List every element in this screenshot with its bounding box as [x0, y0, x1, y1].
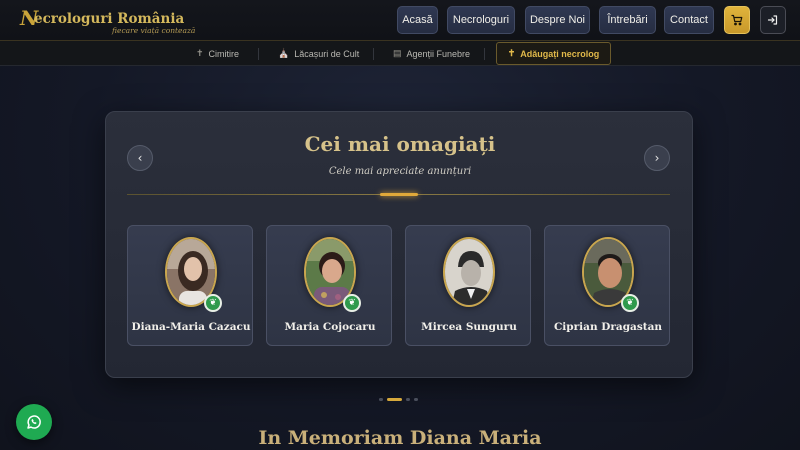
subnav-label: Agenții Funebre [406, 48, 471, 59]
subnav-cimitire[interactable]: ✝ Cimitire [196, 41, 239, 66]
nav-contact[interactable]: Contact [664, 6, 714, 34]
subnav-agentii[interactable]: ▤ Agenții Funebre [393, 41, 470, 66]
chevron-left-icon: ‹ [137, 151, 143, 165]
nav-home[interactable]: Acasă [397, 6, 438, 34]
candle-badge-icon: ❦ [621, 294, 639, 312]
secondary-navbar: ✝ Cimitire ⛪ Lăcașuri de Cult ▤ Agenții … [0, 41, 800, 66]
login-icon [767, 15, 778, 25]
section-divider-accent [380, 193, 418, 196]
tribute-card[interactable]: Mircea Sunguru [405, 225, 531, 346]
top-navbar: N ecrologuri România fiecare viață conte… [0, 0, 800, 41]
add-necrolog-button[interactable]: ✝ Adăugați necrolog [496, 42, 611, 65]
person-name: Ciprian Dragastan [553, 321, 663, 333]
memoriam-heading: In Memoriam Diana Maria [258, 427, 542, 449]
carousel-dot-active[interactable] [387, 398, 402, 401]
subnav-label: Lăcașuri de Cult [294, 48, 360, 59]
tribute-card[interactable]: ❦ Ciprian Dragastan [544, 225, 670, 346]
nav-intrebari[interactable]: Întrebări [599, 6, 656, 34]
cart-button[interactable] [724, 6, 750, 34]
logo-title: ecrologuri România [34, 11, 185, 27]
cross-icon: ✝ [196, 48, 204, 58]
person-name: Mircea Sunguru [421, 321, 517, 333]
person-name: Maria Cojocaru [284, 321, 376, 333]
carousel-dot[interactable] [379, 398, 383, 401]
candle-badge-icon: ❦ [204, 294, 222, 312]
tribute-card[interactable]: ❦ Diana-Maria Cazacu [127, 225, 253, 346]
portrait-photo [443, 237, 495, 307]
subnav-divider [373, 48, 374, 60]
subnav-divider [258, 48, 259, 60]
section-title: Cei mai omagiați [304, 132, 496, 156]
subnav-divider [484, 48, 485, 60]
whatsapp-icon [27, 415, 41, 429]
carousel-dot[interactable] [406, 398, 410, 401]
carousel-dot[interactable] [414, 398, 418, 401]
church-icon: ⛪ [278, 48, 290, 58]
cart-icon [731, 14, 743, 26]
section-subtitle: Cele mai apreciate anunțuri [328, 166, 472, 177]
carousel-prev-button[interactable]: ‹ [127, 145, 153, 171]
person-name: Diana-Maria Cazacu [131, 321, 251, 333]
add-necrolog-label: Adăugați necrolog [520, 48, 600, 59]
subnav-label: Cimitire [208, 48, 240, 59]
carousel-next-button[interactable]: › [644, 145, 670, 171]
logo-tagline: fiecare viață contează [112, 26, 196, 35]
cross-icon: ✝ [507, 48, 516, 58]
subnav-lacasuri[interactable]: ⛪ Lăcașuri de Cult [278, 41, 359, 66]
tribute-card[interactable]: ❦ Maria Cojocaru [266, 225, 392, 346]
login-button[interactable] [760, 6, 786, 34]
nav-despre-noi[interactable]: Despre Noi [525, 6, 590, 34]
chevron-right-icon: › [654, 151, 660, 165]
whatsapp-button[interactable] [16, 404, 52, 440]
nav-necrologuri[interactable]: Necrologuri [447, 6, 515, 34]
building-icon: ▤ [393, 48, 402, 58]
candle-badge-icon: ❦ [343, 294, 361, 312]
